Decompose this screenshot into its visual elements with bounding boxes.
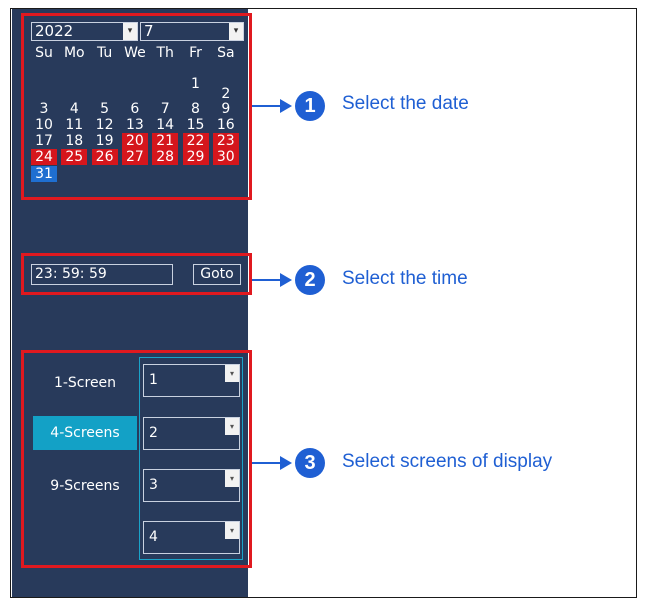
- arrow-right-icon: [280, 273, 292, 287]
- arrow-right-icon: [280, 456, 292, 470]
- number-badge-2: 2: [295, 265, 325, 295]
- callout-box-screens: [21, 350, 252, 568]
- annotation-time: Select the time: [342, 268, 468, 289]
- annotation-line-3: [252, 462, 282, 464]
- callout-box-time: [21, 253, 252, 295]
- number-badge-3: 3: [295, 448, 325, 478]
- annotation-date: Select the date: [342, 93, 469, 114]
- arrow-right-icon: [280, 99, 292, 113]
- annotation-line-2: [252, 279, 282, 281]
- annotation-line-1: [252, 105, 282, 107]
- callout-box-date: [21, 13, 252, 200]
- annotation-screens: Select screens of display: [342, 451, 553, 472]
- number-badge-1: 1: [295, 91, 325, 121]
